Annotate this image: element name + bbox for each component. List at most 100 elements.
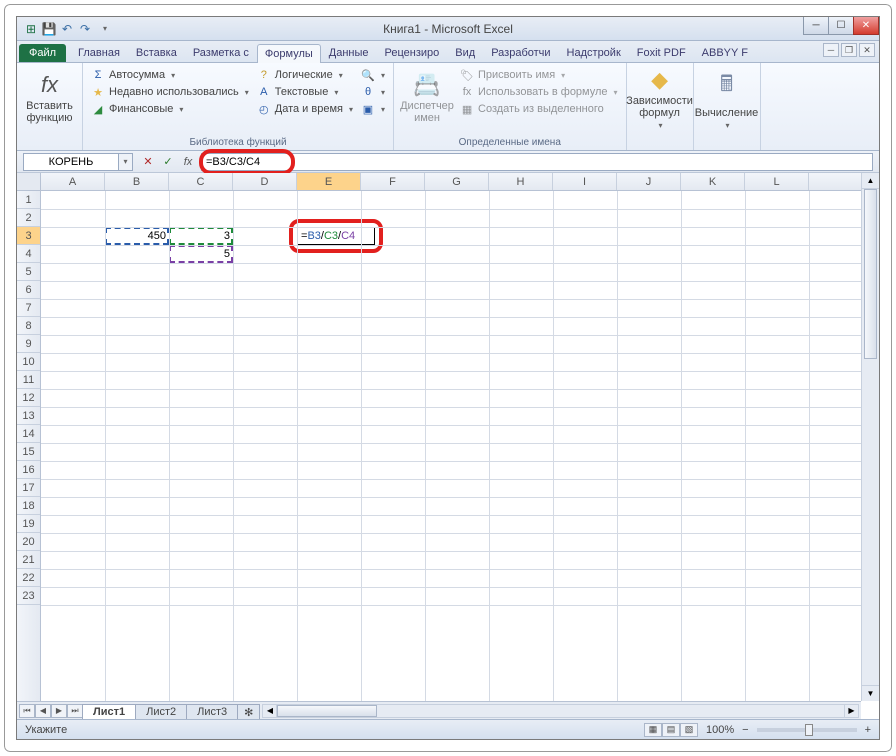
new-sheet-button[interactable]: ✻ bbox=[237, 704, 260, 720]
row-header-9[interactable]: 9 bbox=[17, 335, 40, 353]
row-header-14[interactable]: 14 bbox=[17, 425, 40, 443]
fx-button[interactable]: fx bbox=[179, 153, 197, 171]
math-button[interactable]: θ▾ bbox=[359, 84, 387, 100]
hscroll-thumb[interactable] bbox=[277, 705, 377, 717]
tab-next-button[interactable]: ▶ bbox=[51, 704, 67, 718]
doc-close-button[interactable]: ✕ bbox=[859, 43, 875, 57]
tab-review[interactable]: Рецензиро bbox=[377, 43, 448, 62]
horizontal-scrollbar[interactable]: ◀ ▶ bbox=[262, 704, 859, 718]
row-header-3[interactable]: 3 bbox=[17, 227, 40, 245]
tab-abbyy[interactable]: ABBYY F bbox=[694, 43, 756, 62]
tab-data[interactable]: Данные bbox=[321, 43, 377, 62]
save-icon[interactable]: 💾 bbox=[41, 21, 57, 37]
row-header-20[interactable]: 20 bbox=[17, 533, 40, 551]
row-header-11[interactable]: 11 bbox=[17, 371, 40, 389]
more-functions-button[interactable]: ▣▾ bbox=[359, 101, 387, 117]
formula-bar[interactable]: =B3/C3/C4 bbox=[201, 153, 873, 171]
scroll-up-icon[interactable]: ▲ bbox=[862, 173, 879, 189]
worksheet-grid[interactable]: ABCDEFGHIJKL 123456789101112131415161718… bbox=[17, 173, 879, 719]
column-header-J[interactable]: J bbox=[617, 173, 681, 190]
row-header-23[interactable]: 23 bbox=[17, 587, 40, 605]
page-break-view-button[interactable]: ▧ bbox=[680, 723, 698, 737]
column-header-H[interactable]: H bbox=[489, 173, 553, 190]
lookup-button[interactable]: 🔍▾ bbox=[359, 67, 387, 83]
name-box-dropdown[interactable]: ▾ bbox=[119, 153, 133, 171]
column-header-B[interactable]: B bbox=[105, 173, 169, 190]
file-tab[interactable]: Файл bbox=[19, 44, 66, 62]
row-header-17[interactable]: 17 bbox=[17, 479, 40, 497]
column-header-D[interactable]: D bbox=[233, 173, 297, 190]
row-header-18[interactable]: 18 bbox=[17, 497, 40, 515]
tab-view[interactable]: Вид bbox=[447, 43, 483, 62]
column-header-L[interactable]: L bbox=[745, 173, 809, 190]
tab-addins[interactable]: Надстройк bbox=[559, 43, 629, 62]
undo-icon[interactable]: ↶ bbox=[59, 21, 75, 37]
logical-button[interactable]: ?Логические▾ bbox=[255, 67, 355, 83]
calculation-button[interactable]: 🖩 Вычисление▾ bbox=[700, 65, 754, 131]
row-header-6[interactable]: 6 bbox=[17, 281, 40, 299]
zoom-in-button[interactable]: + bbox=[865, 724, 871, 736]
vscroll-thumb[interactable] bbox=[864, 189, 877, 359]
select-all-corner[interactable] bbox=[17, 173, 41, 191]
autosum-button[interactable]: ΣАвтосумма▾ bbox=[89, 67, 251, 83]
scroll-right-icon[interactable]: ▶ bbox=[844, 705, 858, 717]
doc-minimize-button[interactable]: ─ bbox=[823, 43, 839, 57]
row-header-16[interactable]: 16 bbox=[17, 461, 40, 479]
column-header-F[interactable]: F bbox=[361, 173, 425, 190]
text-button[interactable]: AТекстовые▾ bbox=[255, 84, 355, 100]
vertical-scrollbar[interactable]: ▲ ▼ bbox=[861, 173, 879, 701]
row-header-7[interactable]: 7 bbox=[17, 299, 40, 317]
zoom-slider[interactable] bbox=[757, 728, 857, 732]
row-header-13[interactable]: 13 bbox=[17, 407, 40, 425]
tab-layout[interactable]: Разметка с bbox=[185, 43, 257, 62]
tab-formulas[interactable]: Формулы bbox=[257, 44, 321, 63]
row-header-21[interactable]: 21 bbox=[17, 551, 40, 569]
sheet-tab-2[interactable]: Лист2 bbox=[135, 704, 187, 719]
active-cell-E3[interactable]: =B3/C3/C4 bbox=[297, 227, 375, 245]
cancel-formula-button[interactable]: ✕ bbox=[139, 153, 157, 171]
enter-formula-button[interactable]: ✓ bbox=[159, 153, 177, 171]
formula-auditing-button[interactable]: ◆ Зависимости формул▾ bbox=[633, 65, 687, 131]
tab-foxit[interactable]: Foxit PDF bbox=[629, 43, 694, 62]
zoom-level[interactable]: 100% bbox=[706, 724, 734, 736]
row-header-10[interactable]: 10 bbox=[17, 353, 40, 371]
scroll-left-icon[interactable]: ◀ bbox=[263, 705, 277, 717]
redo-icon[interactable]: ↷ bbox=[77, 21, 93, 37]
column-header-C[interactable]: C bbox=[169, 173, 233, 190]
qat-dropdown-icon[interactable]: ▾ bbox=[97, 21, 113, 37]
financial-button[interactable]: ◢Финансовые▾ bbox=[89, 101, 251, 117]
zoom-thumb[interactable] bbox=[805, 724, 813, 736]
column-header-K[interactable]: K bbox=[681, 173, 745, 190]
row-header-1[interactable]: 1 bbox=[17, 191, 40, 209]
name-box[interactable]: КОРЕНЬ bbox=[23, 153, 119, 171]
insert-function-button[interactable]: fx Вставить функцию bbox=[23, 65, 76, 131]
row-header-5[interactable]: 5 bbox=[17, 263, 40, 281]
minimize-button[interactable]: ─ bbox=[803, 17, 829, 35]
column-header-I[interactable]: I bbox=[553, 173, 617, 190]
row-header-8[interactable]: 8 bbox=[17, 317, 40, 335]
tab-developer[interactable]: Разработчи bbox=[483, 43, 558, 62]
close-button[interactable]: ✕ bbox=[853, 17, 879, 35]
tab-insert[interactable]: Вставка bbox=[128, 43, 185, 62]
tab-prev-button[interactable]: ◀ bbox=[35, 704, 51, 718]
row-header-4[interactable]: 4 bbox=[17, 245, 40, 263]
row-header-22[interactable]: 22 bbox=[17, 569, 40, 587]
tab-first-button[interactable]: ⏮ bbox=[19, 704, 35, 718]
zoom-out-button[interactable]: − bbox=[742, 724, 748, 736]
row-header-12[interactable]: 12 bbox=[17, 389, 40, 407]
row-header-19[interactable]: 19 bbox=[17, 515, 40, 533]
column-header-A[interactable]: A bbox=[41, 173, 105, 190]
page-layout-view-button[interactable]: ▤ bbox=[662, 723, 680, 737]
maximize-button[interactable]: ☐ bbox=[828, 17, 854, 35]
column-header-G[interactable]: G bbox=[425, 173, 489, 190]
column-header-E[interactable]: E bbox=[297, 173, 361, 190]
datetime-button[interactable]: ◴Дата и время▾ bbox=[255, 101, 355, 117]
sheet-tab-3[interactable]: Лист3 bbox=[186, 704, 238, 719]
row-header-15[interactable]: 15 bbox=[17, 443, 40, 461]
doc-restore-button[interactable]: ❐ bbox=[841, 43, 857, 57]
normal-view-button[interactable]: ▦ bbox=[644, 723, 662, 737]
sheet-tab-1[interactable]: Лист1 bbox=[82, 704, 136, 719]
row-header-2[interactable]: 2 bbox=[17, 209, 40, 227]
tab-last-button[interactable]: ⏭ bbox=[67, 704, 83, 718]
scroll-down-icon[interactable]: ▼ bbox=[862, 685, 879, 701]
